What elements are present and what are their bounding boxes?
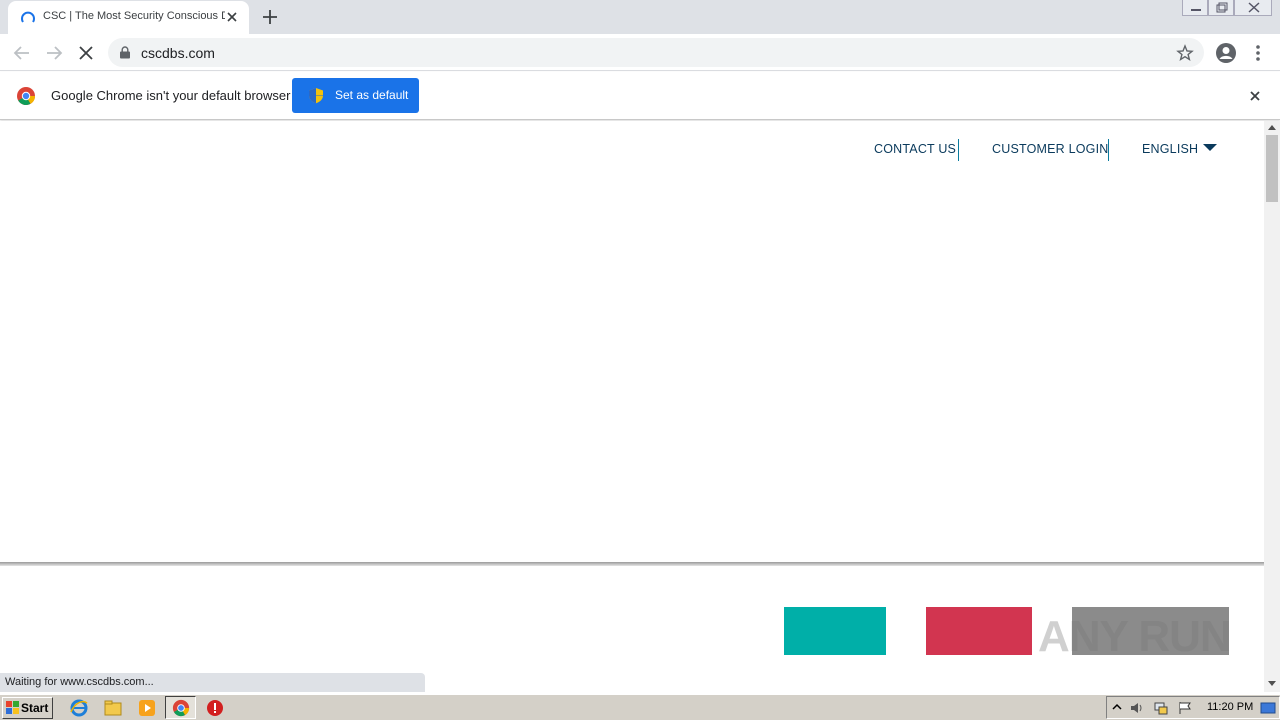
start-label: Start xyxy=(21,701,49,715)
scrollbar-thumb[interactable] xyxy=(1266,135,1278,202)
vertical-scrollbar[interactable] xyxy=(1264,121,1280,692)
teal-block[interactable] xyxy=(784,607,886,655)
nav-separator xyxy=(958,139,959,161)
bookmark-star-icon[interactable] xyxy=(1176,44,1194,62)
section-divider xyxy=(0,562,1264,566)
show-hidden-icons-icon[interactable] xyxy=(1109,700,1125,716)
restore-button[interactable] xyxy=(1208,0,1234,16)
chrome-logo-icon xyxy=(17,87,36,106)
status-bubble: Waiting for www.cscdbs.com... xyxy=(0,673,425,692)
volume-icon[interactable] xyxy=(1129,700,1145,716)
set-as-default-label: Set as default xyxy=(335,88,409,102)
lock-icon xyxy=(120,46,130,59)
restore-icon xyxy=(1216,2,1228,13)
show-desktop-icon[interactable] xyxy=(1260,700,1276,716)
crimson-block[interactable] xyxy=(926,607,1032,655)
browser-tab[interactable]: CSC | The Most Security Conscious D xyxy=(8,1,249,34)
chrome-icon xyxy=(172,699,190,717)
close-infobar-icon[interactable] xyxy=(1247,88,1263,104)
scroll-down-icon[interactable] xyxy=(1268,681,1276,686)
tab-title: CSC | The Most Security Conscious D xyxy=(43,10,225,22)
media-player-icon[interactable] xyxy=(137,698,157,718)
profile-avatar-icon[interactable] xyxy=(1215,42,1237,64)
browser-toolbar: cscdbs.com xyxy=(0,34,1280,71)
new-tab-icon[interactable] xyxy=(259,6,281,28)
tab-strip: CSC | The Most Security Conscious D xyxy=(0,0,1280,34)
windows-flag-icon xyxy=(6,701,19,714)
windows-taskbar: Start 11:20 PM xyxy=(0,694,1280,720)
anyrun-watermark: ANY RUN xyxy=(1038,606,1234,668)
default-browser-infobar: Google Chrome isn't your default browser… xyxy=(0,72,1280,120)
set-as-default-button[interactable]: Set as default xyxy=(292,78,419,113)
loading-spinner-icon xyxy=(21,11,35,23)
stop-loading-icon[interactable] xyxy=(75,42,97,64)
close-window-button[interactable] xyxy=(1234,0,1272,16)
close-tab-icon[interactable] xyxy=(224,9,240,25)
url-text: cscdbs.com xyxy=(141,45,215,61)
forward-arrow-icon[interactable] xyxy=(43,42,65,64)
watermark-text: ANY RUN xyxy=(1038,612,1232,661)
infobar-message: Google Chrome isn't your default browser xyxy=(51,88,291,103)
chrome-taskbar-button[interactable] xyxy=(165,696,196,719)
back-arrow-icon[interactable] xyxy=(11,42,33,64)
scroll-up-icon[interactable] xyxy=(1268,125,1276,130)
language-selector[interactable]: ENGLISH xyxy=(1142,142,1198,156)
hero-section xyxy=(0,249,1264,564)
system-tray: 11:20 PM xyxy=(1106,696,1280,719)
contact-us-link[interactable]: CONTACT US xyxy=(874,142,956,156)
internet-explorer-icon[interactable] xyxy=(69,698,89,718)
customer-login-link[interactable]: CUSTOMER LOGIN xyxy=(992,142,1108,156)
network-icon[interactable] xyxy=(1153,700,1169,716)
chevron-down-icon[interactable] xyxy=(1203,144,1217,151)
file-explorer-icon[interactable] xyxy=(103,698,123,718)
start-button[interactable]: Start xyxy=(2,697,53,719)
stop-sign-icon[interactable] xyxy=(205,698,225,718)
address-bar[interactable]: cscdbs.com xyxy=(108,38,1204,67)
minimize-button[interactable] xyxy=(1182,0,1208,16)
nav-separator xyxy=(1108,139,1109,161)
menu-kebab-icon[interactable] xyxy=(1248,42,1268,64)
close-window-icon xyxy=(1248,2,1260,13)
site-header: CONTACT US CUSTOMER LOGIN ENGLISH xyxy=(0,121,1264,249)
taskbar-clock: 11:20 PM xyxy=(1207,701,1254,713)
action-center-flag-icon[interactable] xyxy=(1177,700,1193,716)
minimize-icon xyxy=(1191,9,1201,11)
uac-shield-icon xyxy=(309,88,323,104)
